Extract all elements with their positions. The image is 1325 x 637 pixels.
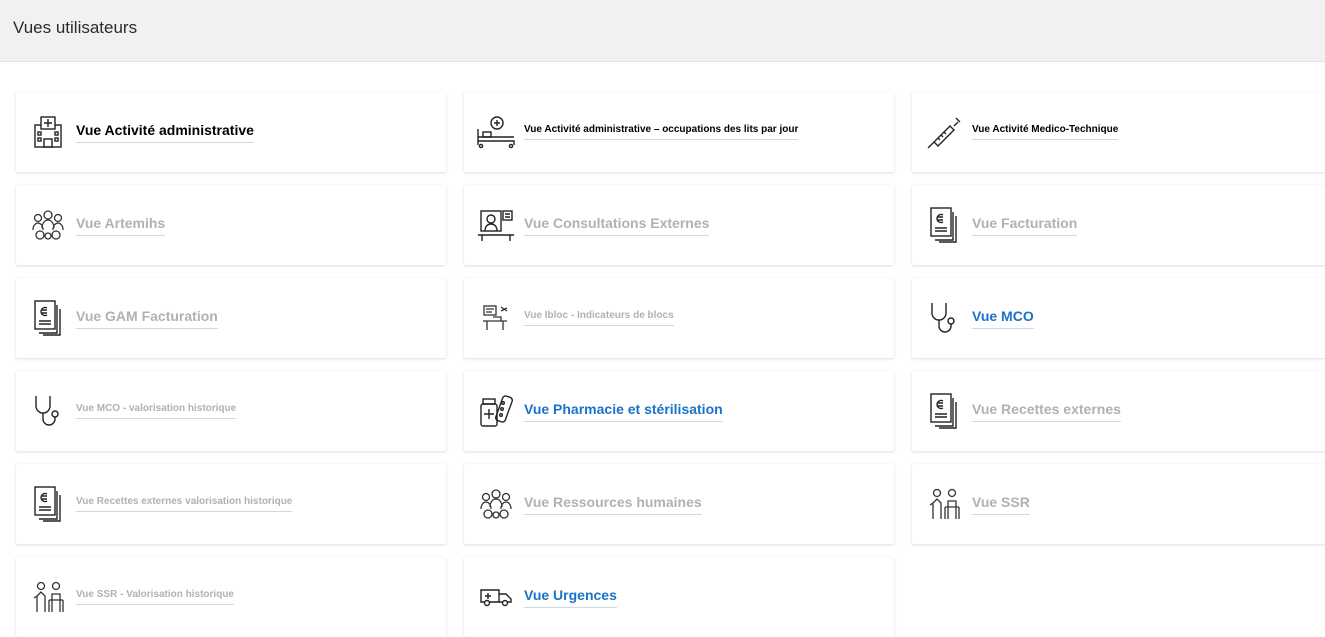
view-card-label[interactable]: Vue MCO <box>972 308 1034 329</box>
stethoscope-icon <box>26 389 70 433</box>
pharmacy-pills-icon <box>474 389 518 433</box>
view-card-gam-facturation[interactable]: Vue GAM Facturation <box>16 278 446 358</box>
view-card-label[interactable]: Vue Consultations Externes <box>524 215 710 236</box>
view-card-label[interactable]: Vue Artemihs <box>76 215 166 236</box>
euro-invoice-icon <box>26 296 70 340</box>
view-card-label[interactable]: Vue Ibloc - Indicateurs de blocs <box>524 310 674 326</box>
syringe-icon <box>922 110 966 154</box>
people-gears-icon <box>474 482 518 526</box>
view-card-pharmacie[interactable]: Vue Pharmacie et stérilisation <box>464 371 894 451</box>
doctor-consultation-icon <box>474 203 518 247</box>
page-title: Vues utilisateurs <box>13 18 138 37</box>
elderly-rehab-icon <box>922 482 966 526</box>
view-card-mco[interactable]: Vue MCO <box>912 278 1325 358</box>
view-card-label[interactable]: Vue Activité administrative – occupation… <box>524 124 799 140</box>
hospital-building-icon <box>26 110 70 154</box>
view-card-ibloc[interactable]: Vue Ibloc - Indicateurs de blocs <box>464 278 894 358</box>
view-card-ssr-valorisation[interactable]: Vue SSR - Valorisation historique <box>16 557 446 637</box>
view-card-ssr[interactable]: Vue SSR <box>912 464 1325 544</box>
view-card-mco-valorisation[interactable]: Vue MCO - valorisation historique <box>16 371 446 451</box>
view-card-label[interactable]: Vue Pharmacie et stérilisation <box>524 401 723 422</box>
view-card-artemihs[interactable]: Vue Artemihs <box>16 185 446 265</box>
view-card-recettes-externes[interactable]: Vue Recettes externes <box>912 371 1325 451</box>
view-card-facturation[interactable]: Vue Facturation <box>912 185 1325 265</box>
people-gears-icon <box>26 203 70 247</box>
view-card-occupation-lits[interactable]: Vue Activité administrative – occupation… <box>464 92 894 172</box>
euro-invoice-icon <box>922 203 966 247</box>
euro-invoice-icon <box>922 389 966 433</box>
views-grid: Vue Activité administrative Vue Activité… <box>16 92 1325 637</box>
view-card-label[interactable]: Vue Activité administrative <box>76 122 254 143</box>
view-card-activite-administrative[interactable]: Vue Activité administrative <box>16 92 446 172</box>
ambulance-icon <box>474 575 518 619</box>
operating-room-icon <box>474 296 518 340</box>
view-card-label[interactable]: Vue SSR <box>972 494 1030 515</box>
view-card-label[interactable]: Vue GAM Facturation <box>76 308 218 329</box>
page-header: Vues utilisateurs <box>0 0 1325 62</box>
view-card-label[interactable]: Vue Urgences <box>524 587 617 608</box>
view-card-label[interactable]: Vue Activité Medico-Technique <box>972 124 1119 140</box>
view-card-label[interactable]: Vue Recettes externes <box>972 401 1121 422</box>
view-card-label[interactable]: Vue Recettes externes valorisation histo… <box>76 496 293 512</box>
view-card-label[interactable]: Vue Ressources humaines <box>524 494 702 515</box>
view-card-recettes-externes-valorisation[interactable]: Vue Recettes externes valorisation histo… <box>16 464 446 544</box>
view-card-medico-technique[interactable]: Vue Activité Medico-Technique <box>912 92 1325 172</box>
view-card-label[interactable]: Vue Facturation <box>972 215 1078 236</box>
elderly-rehab-icon <box>26 575 70 619</box>
view-card-label[interactable]: Vue SSR - Valorisation historique <box>76 589 234 605</box>
view-card-ressources-humaines[interactable]: Vue Ressources humaines <box>464 464 894 544</box>
view-card-urgences[interactable]: Vue Urgences <box>464 557 894 637</box>
hospital-bed-icon <box>474 110 518 154</box>
stethoscope-icon <box>922 296 966 340</box>
view-card-consultations-externes[interactable]: Vue Consultations Externes <box>464 185 894 265</box>
euro-invoice-icon <box>26 482 70 526</box>
view-card-label[interactable]: Vue MCO - valorisation historique <box>76 403 237 419</box>
